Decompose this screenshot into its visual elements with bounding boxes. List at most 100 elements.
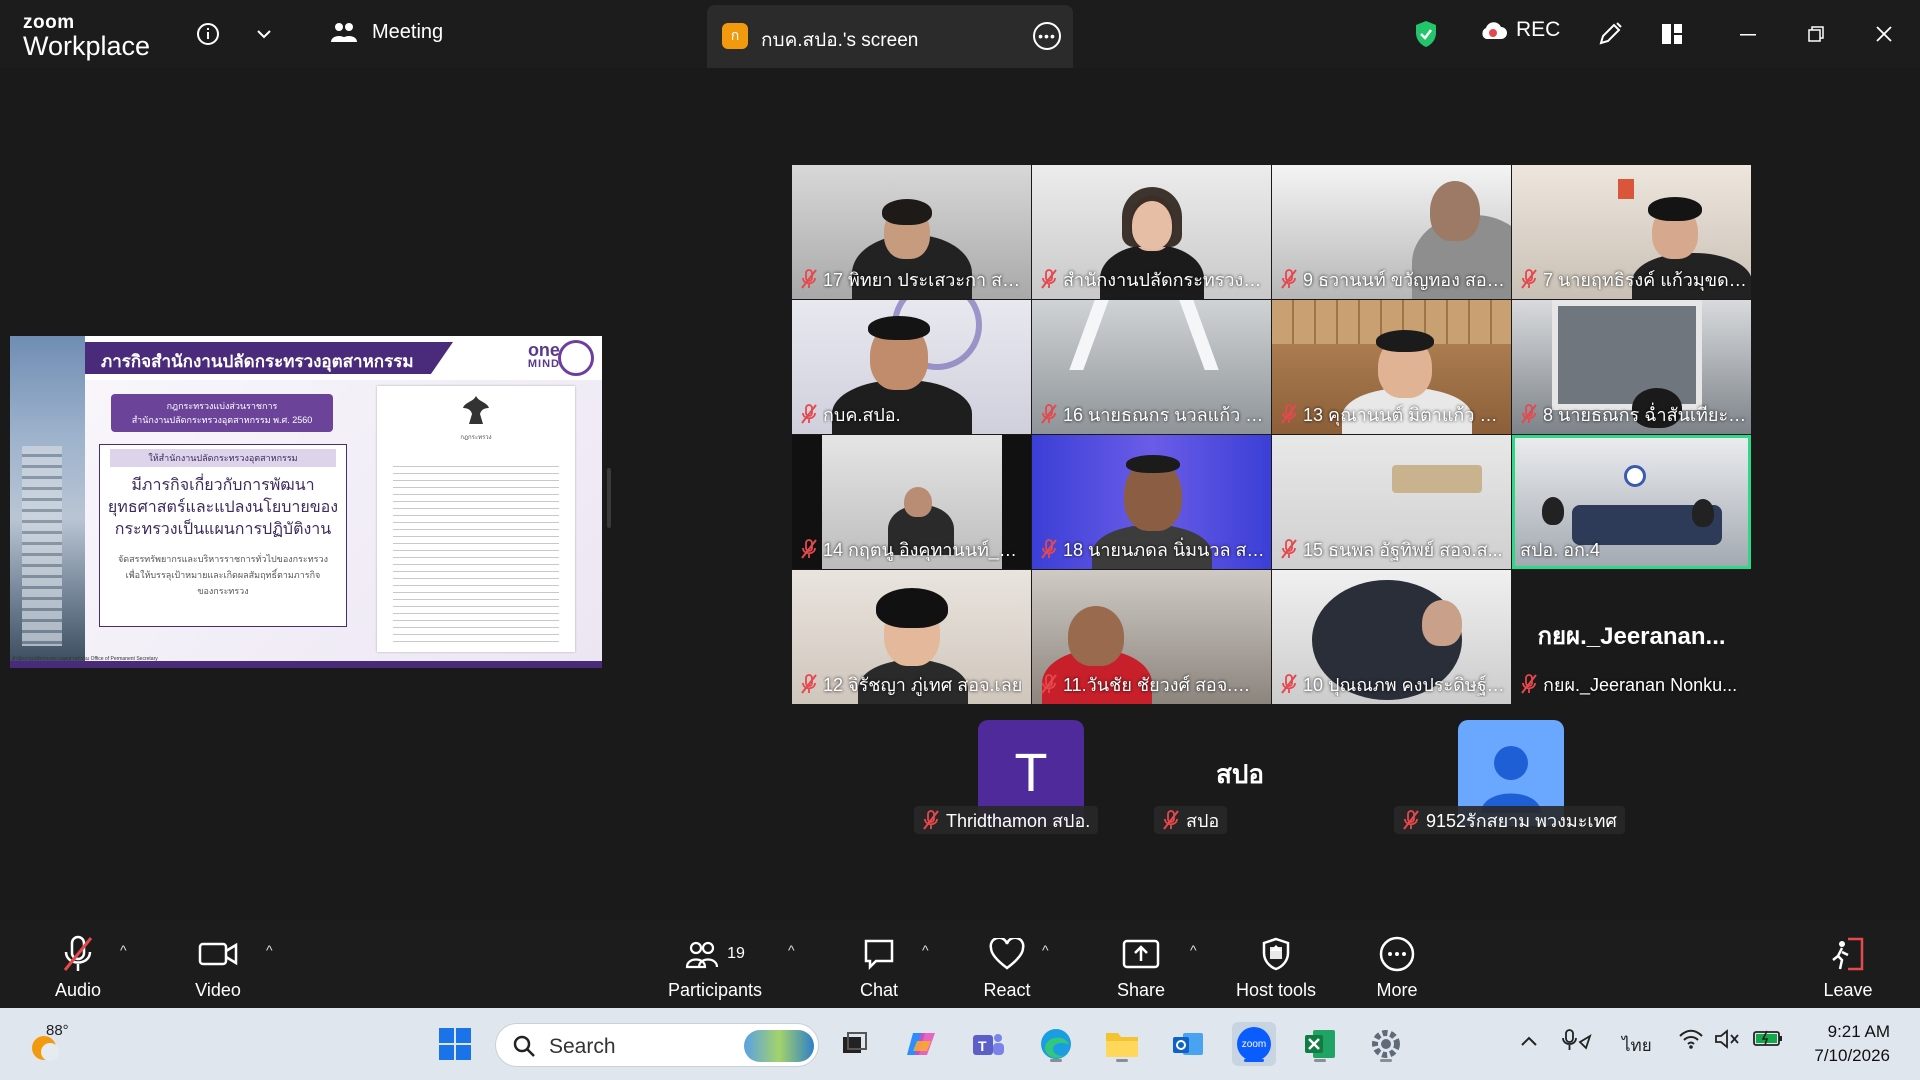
- participant-name: Thridthamon สปอ.: [946, 810, 1091, 831]
- video-label: Video: [195, 980, 241, 1000]
- muted-mic-icon: [1280, 674, 1298, 694]
- muted-mic-icon: [1520, 674, 1538, 694]
- battery-charging-icon[interactable]: [1752, 1028, 1784, 1053]
- muted-mic-icon: [800, 269, 818, 289]
- chevron-down-icon[interactable]: [248, 18, 280, 50]
- view-layout-icon[interactable]: [1656, 18, 1688, 50]
- search-icon: [513, 1035, 535, 1057]
- muted-mic-icon: [1040, 674, 1058, 694]
- chat-icon: [864, 939, 894, 971]
- file-explorer-icon[interactable]: [1100, 1022, 1144, 1066]
- muted-mic-icon: [1040, 269, 1058, 289]
- regulation-line1: กฎกระทรวงแบ่งส่วนราชการ: [166, 401, 278, 411]
- shared-screen-tab[interactable]: ก กบค.สปอ.'s screen •••: [707, 5, 1073, 68]
- microphone-status-icon[interactable]: [1562, 1028, 1592, 1057]
- annotate-pen-icon[interactable]: [1594, 18, 1626, 50]
- split-resize-handle[interactable]: [607, 468, 611, 528]
- security-shield-icon[interactable]: [1410, 18, 1442, 50]
- host-tools-button[interactable]: Host tools: [1226, 934, 1326, 1001]
- restore-icon[interactable]: [1800, 18, 1832, 50]
- taskbar-search[interactable]: Search: [495, 1023, 819, 1067]
- active-speaker-tile[interactable]: สปอ. อก.4: [1512, 435, 1751, 569]
- meeting-info-icon[interactable]: [192, 18, 224, 50]
- video-tile[interactable]: 8 นายธณกร ฉ่ำสันเทียะ_ส...: [1512, 300, 1751, 434]
- video-tile[interactable]: กบค.สปอ.: [792, 300, 1031, 434]
- mission-small1: จัดสรรทรัพยากรและบริหารราชการทั่วไปของกร…: [118, 554, 328, 564]
- muted-mic-icon: [800, 404, 818, 424]
- video-button[interactable]: Video: [188, 934, 248, 1001]
- video-off-tile[interactable]: กยผ._Jeeranan... กยผ._Jeeranan Nonku...: [1512, 570, 1751, 704]
- video-tile[interactable]: 18 นายนภดล นิ่มนวล สอจ...: [1032, 435, 1271, 569]
- audio-button[interactable]: Audio: [48, 934, 108, 1001]
- participants-options-caret-icon[interactable]: ^: [788, 942, 795, 958]
- teams-icon[interactable]: T: [966, 1022, 1010, 1066]
- zoom-logo: zoom Workplace: [23, 13, 150, 60]
- wifi-icon[interactable]: [1678, 1028, 1704, 1055]
- video-tile[interactable]: 7 นายฤทธิรงค์ แก้วมุขดา ...: [1512, 165, 1751, 299]
- onemind-logo: one MIND: [528, 341, 560, 370]
- mission-small2: เพื่อให้บรรลุเป้าหมายและเกิดผลสัมฤทธิ์ตา…: [125, 570, 321, 580]
- brand-mind: MIND: [527, 358, 560, 370]
- video-tile[interactable]: สำนักงานปลัดกระทรวงอุต...: [1032, 165, 1271, 299]
- avatar-text-tile[interactable]: สปอ: [1216, 754, 1264, 795]
- more-dots-icon: [1379, 936, 1415, 972]
- close-icon[interactable]: [1868, 18, 1900, 50]
- minimize-icon[interactable]: [1732, 18, 1764, 50]
- video-tile[interactable]: 15 ธนพล อัฐทิพย์ สอจ.ส...: [1272, 435, 1511, 569]
- logo-line1: zoom: [23, 12, 75, 33]
- shared-screen-content[interactable]: ภารกิจสำนักงานปลัดกระทรวงอุตสาหกรรม one …: [10, 336, 602, 668]
- weather-widget[interactable]: 88°: [26, 1022, 70, 1066]
- running-indicator: [1050, 1059, 1062, 1062]
- video-options-caret-icon[interactable]: ^: [266, 942, 273, 958]
- chat-options-caret-icon[interactable]: ^: [922, 942, 929, 958]
- video-tile[interactable]: 16 นายธณกร นวลแก้ว สอ...: [1032, 300, 1271, 434]
- host-shield-icon: [1262, 937, 1290, 971]
- system-clock[interactable]: 9:21 AM 7/10/2026: [1814, 1020, 1890, 1068]
- audio-options-caret-icon[interactable]: ^: [120, 942, 127, 958]
- settings-gear-icon[interactable]: [1364, 1022, 1408, 1066]
- task-view-icon[interactable]: [832, 1022, 876, 1066]
- muted-microphone-icon: [63, 935, 93, 971]
- svg-text:T: T: [978, 1038, 987, 1054]
- input-language[interactable]: ไทย: [1622, 1032, 1652, 1059]
- muted-mic-icon: [1520, 269, 1538, 289]
- zoom-app-badge: zoom: [1237, 1027, 1271, 1061]
- video-tile[interactable]: 11.วันชัย ชัยวงศ์ สอจ.ลำปาง: [1032, 570, 1271, 704]
- copilot-icon[interactable]: [900, 1022, 944, 1066]
- garuda-emblem-icon: [463, 396, 489, 424]
- share-button[interactable]: Share: [1109, 934, 1173, 1001]
- video-tile[interactable]: 12 จิรัชญา ภู่เทศ สอจ.เลย: [792, 570, 1031, 704]
- participants-button[interactable]: 19 Participants: [660, 934, 770, 1001]
- people-icon: [331, 23, 357, 42]
- muted-mic-icon: [1040, 539, 1058, 559]
- share-options-caret-icon[interactable]: ^: [1190, 942, 1197, 958]
- video-tile[interactable]: 9 ธวานนท์ ขวัญทอง สอจ....: [1272, 165, 1511, 299]
- active-app-indicator: [1244, 1059, 1264, 1062]
- react-button[interactable]: React: [975, 934, 1039, 1001]
- zoom-app-icon[interactable]: zoom: [1232, 1022, 1276, 1066]
- video-tile[interactable]: 13 คุณานนต์ มิตาแก้ว สอ...: [1272, 300, 1511, 434]
- muted-mic-icon: [1402, 810, 1420, 830]
- start-button[interactable]: [433, 1022, 477, 1066]
- slide-header: ภารกิจสำนักงานปลัดกระทรวงอุตสาหกรรม one …: [85, 336, 602, 380]
- video-tile[interactable]: 14 กฤตนู อิงคุทานนท์_สอ...: [792, 435, 1031, 569]
- chat-button[interactable]: Chat: [849, 934, 909, 1001]
- video-tile[interactable]: 17 พิทยา ประเสวะกา สอจ....: [792, 165, 1031, 299]
- react-options-caret-icon[interactable]: ^: [1042, 942, 1049, 958]
- excel-icon[interactable]: [1298, 1022, 1342, 1066]
- mission-frame: ให้สำนักงานปลัดกระทรวงอุตสาหกรรม มีภารกิ…: [99, 444, 347, 627]
- participant-display-name: กยผ._Jeeranan...: [1537, 623, 1726, 650]
- video-tile[interactable]: 10 ปุณณภพ คงประดิษฐ์ ส...: [1272, 570, 1511, 704]
- more-options-icon[interactable]: •••: [1033, 22, 1061, 50]
- record-button[interactable]: REC: [1478, 18, 1560, 42]
- participant-name: 17 พิทยา ประเสวะกา สอจ....: [823, 269, 1027, 290]
- show-hidden-icons-icon[interactable]: [1520, 1032, 1538, 1052]
- edge-browser-icon[interactable]: [1034, 1022, 1078, 1066]
- more-button[interactable]: More: [1367, 934, 1427, 1001]
- brand-one: one: [527, 340, 560, 360]
- outlook-icon[interactable]: [1166, 1022, 1210, 1066]
- meeting-tab[interactable]: Meeting: [330, 20, 443, 44]
- speaker-muted-icon[interactable]: [1714, 1028, 1740, 1055]
- leave-button[interactable]: Leave: [1818, 934, 1878, 1001]
- logo-line2: Workplace: [23, 31, 151, 61]
